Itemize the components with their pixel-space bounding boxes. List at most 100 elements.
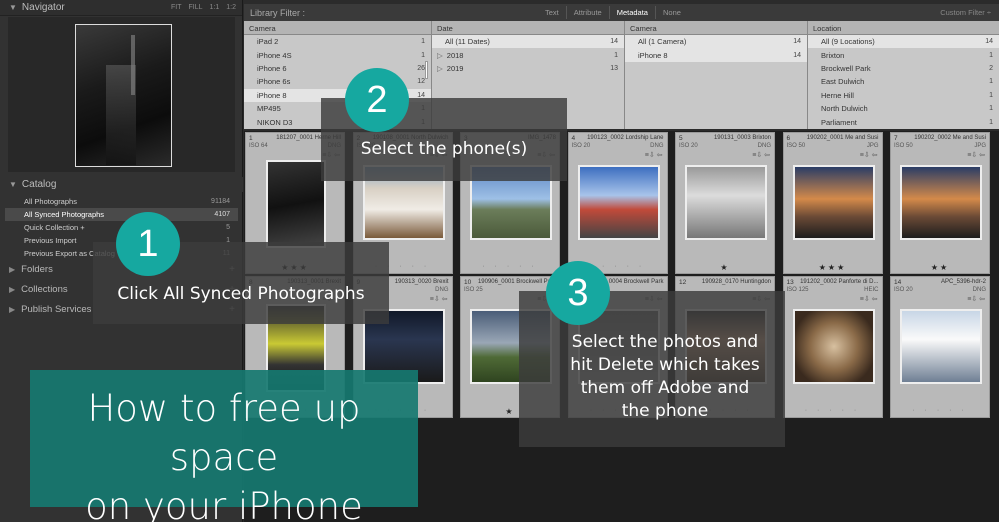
navigator-header[interactable]: ▼ Navigator FIT FILL 1:1 1:2 (0, 0, 242, 16)
photo-iso: ISO 50 (894, 143, 913, 149)
metadata-row[interactable]: iPad 2 1 (244, 35, 431, 48)
scrollbar[interactable] (425, 61, 428, 79)
photo-thumbnail[interactable] (266, 160, 326, 248)
photo-filename: 190202_0002 Me and Susi (914, 135, 986, 141)
step-1-circle: 1 (116, 212, 180, 276)
photo-extension: JPG (866, 143, 879, 149)
collapse-triangle-icon[interactable]: ▼ (9, 180, 17, 189)
metadata-row[interactable]: iPhone 6 26 (244, 62, 431, 75)
photo-iso: ISO 20 (679, 143, 698, 149)
column-header[interactable]: Camera (625, 21, 807, 35)
zoom-fill[interactable]: FILL (189, 4, 203, 11)
photo-iso: ISO 20 (894, 287, 913, 293)
photo-filename: APC_5396-hdr-2 (940, 279, 986, 285)
column-header[interactable]: Date (432, 21, 624, 35)
photo-thumbnail[interactable] (900, 165, 982, 240)
navigator-photo (75, 24, 172, 167)
star-rating[interactable]: ★★ (891, 263, 989, 272)
catalog-item-all-synced-photographs[interactable]: All Synced Photographs 4107 (5, 208, 238, 221)
metadata-row-count: 13 (610, 64, 618, 72)
photo-filename: 0004 Brockwell Park (608, 279, 664, 285)
metadata-row-count: 1 (421, 38, 425, 46)
photo-cell[interactable]: 5 190131_0003 Brixton ISO 20 DNG ≡⇩ ⇦ ★ (675, 132, 775, 274)
photo-cell[interactable]: 13 191202_0002 Panforte di D... ISO 125 HEI… (782, 276, 883, 418)
metadata-row-label: North Dulwich (821, 104, 868, 114)
zoom-1-2[interactable]: 1:2 (226, 4, 236, 11)
metadata-row[interactable]: ▷ 2018 1 (432, 48, 624, 61)
empty-rating[interactable]: · · · · · (784, 407, 882, 414)
custom-filter-dropdown[interactable]: Custom Filter ÷ (940, 8, 991, 17)
tab-metadata[interactable]: Metadata (610, 6, 656, 19)
photo-extension: DNG (757, 143, 771, 149)
photo-cell[interactable]: 7 190202_0002 Me and Susi ISO 50 JPG ≡⇩ ⇦ ★★ (890, 132, 990, 274)
photo-extension: HEIC (864, 287, 879, 293)
tab-none[interactable]: None (656, 6, 688, 19)
metadata-row[interactable]: Brockwell Park 2 (808, 62, 999, 75)
column-header[interactable]: Location (808, 21, 999, 35)
column-header[interactable]: Camera (244, 21, 431, 35)
empty-rating[interactable]: · · · · · (891, 407, 989, 414)
metadata-row-count: 1 (989, 51, 993, 59)
photo-thumbnail[interactable] (685, 165, 767, 240)
photo-number: 10 (464, 279, 472, 286)
metadata-badge-icon[interactable]: ≡⇩ ⇦ (860, 151, 878, 159)
photo-number: 4 (571, 135, 576, 142)
photo-cell[interactable]: 6 190202_0001 Me and Susi ISO 50 JPG ≡⇩ ⇦ ★★★ (782, 132, 883, 274)
metadata-row-label: East Dulwich (821, 77, 865, 87)
metadata-row[interactable]: Brixton 1 (808, 48, 999, 61)
catalog-item-all-photographs[interactable]: All Photographs 91184 (5, 195, 238, 208)
metadata-row-label: iPhone 8 (257, 90, 287, 100)
metadata-row-count: 14 (793, 51, 801, 59)
metadata-row[interactable]: iPhone 8 14 (625, 48, 807, 62)
metadata-badge-icon[interactable]: ≡⇩ ⇦ (967, 151, 985, 159)
photo-thumbnail[interactable] (577, 165, 660, 240)
column-rows: All (9 Locations) 14 Brixton 1 Brockwell Par… (808, 35, 999, 129)
star-rating[interactable]: ★ (676, 263, 774, 272)
metadata-row-count: 14 (610, 38, 618, 46)
metadata-row-count: 14 (985, 38, 993, 46)
navigator-preview[interactable] (8, 17, 235, 172)
photo-thumbnail[interactable] (792, 309, 875, 384)
zoom-1-1[interactable]: 1:1 (210, 4, 220, 11)
metadata-badge-icon[interactable]: ≡⇩ ⇦ (645, 151, 663, 159)
metadata-row-label: iPhone 6s (257, 77, 291, 87)
photo-filename: 190202_0001 Me and Susi (806, 135, 879, 141)
photo-number: 7 (894, 135, 898, 142)
metadata-row[interactable]: ▷ 2019 13 (432, 62, 624, 75)
collapse-triangle-icon[interactable]: ▼ (9, 3, 17, 12)
library-filter-bar: Library Filter : Text Attribute Metadata… (244, 4, 999, 21)
expand-arrow-icon[interactable]: ▷ (437, 51, 443, 60)
metadata-row[interactable]: All (9 Locations) 14 (808, 35, 999, 49)
metadata-badge-icon[interactable]: ≡⇩ ⇦ (752, 151, 770, 159)
empty-rating[interactable]: · · · · · (461, 263, 559, 270)
metadata-row[interactable]: All (11 Dates) 14 (432, 35, 624, 49)
photo-thumbnail[interactable] (900, 309, 982, 384)
metadata-badge-icon[interactable]: ≡⇩ ⇦ (430, 295, 448, 303)
metadata-row[interactable]: North Dulwich 1 (808, 102, 999, 115)
catalog-header[interactable]: ▼ Catalog (0, 177, 243, 192)
expand-arrow-icon[interactable]: ▷ (437, 64, 443, 73)
metadata-row-label: 2019 (446, 63, 464, 73)
star-rating[interactable]: ★★★ (784, 263, 882, 272)
metadata-row[interactable]: iPhone 4S 1 (244, 48, 431, 61)
expand-triangle-icon: ▶ (9, 304, 16, 314)
photo-cell[interactable]: 14 APC_5396-hdr-2 ISO 20 DNG ≡⇩ ⇦ · · · · · (890, 276, 990, 418)
tab-text[interactable]: Text (538, 6, 567, 19)
metadata-row-label: All (1 Camera) (638, 37, 687, 47)
metadata-badge-icon[interactable]: ≡⇩ ⇦ (860, 295, 878, 303)
metadata-row[interactable]: Herne Hill 1 (808, 89, 999, 102)
step-2-circle: 2 (345, 68, 409, 132)
photo-number: 6 (786, 135, 791, 142)
photo-number: 14 (894, 279, 902, 286)
photo-filename: 190928_0170 Huntingdon (701, 279, 771, 285)
zoom-fit[interactable]: FIT (171, 4, 182, 11)
tab-attribute[interactable]: Attribute (567, 6, 610, 19)
metadata-badge-icon[interactable]: ≡⇩ ⇦ (967, 295, 985, 303)
metadata-row[interactable]: Parliament 1 (808, 115, 999, 128)
metadata-row[interactable]: All (1 Camera) 14 (625, 35, 807, 49)
photo-iso: ISO 25 (464, 287, 483, 293)
photo-thumbnail[interactable] (792, 165, 875, 240)
photo-cell[interactable]: 4 190123_0002 Lordship Lane ISO 20 DNG ≡⇩ ⇦ ·… (567, 132, 668, 274)
metadata-row[interactable]: East Dulwich 1 (808, 75, 999, 88)
metadata-row-label: iPhone 8 (638, 50, 668, 60)
